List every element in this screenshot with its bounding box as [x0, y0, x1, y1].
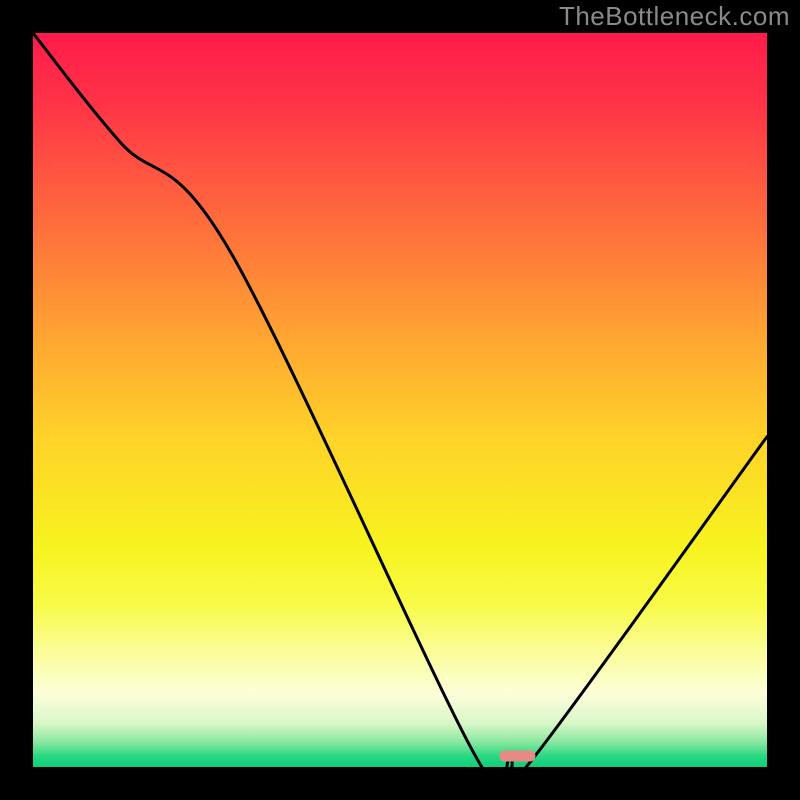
- watermark-label: TheBottleneck.com: [559, 1, 790, 32]
- chart-frame: TheBottleneck.com: [0, 0, 800, 800]
- plot-background: [33, 33, 767, 767]
- bottleneck-chart: [33, 33, 767, 767]
- optimum-marker: [499, 750, 535, 761]
